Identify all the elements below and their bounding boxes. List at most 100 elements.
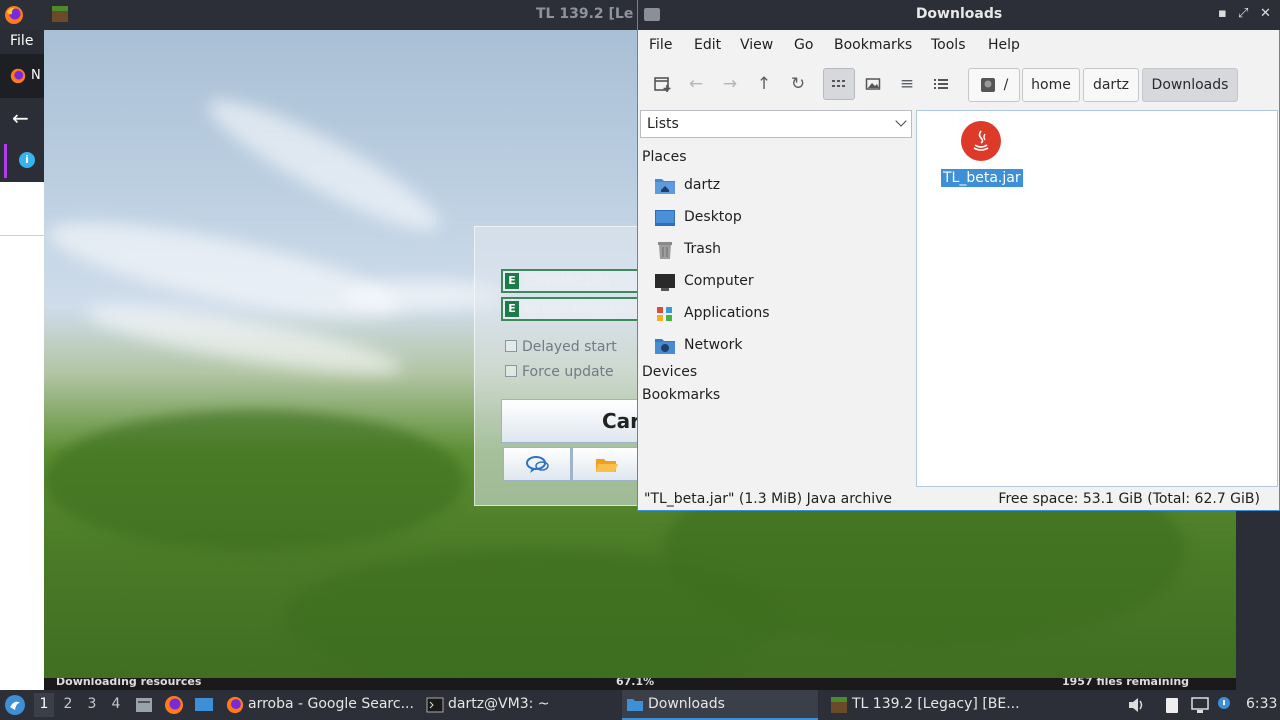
force-update-checkbox[interactable]: Force update [505, 364, 614, 380]
workspace-4[interactable]: 4 [106, 696, 126, 712]
section-bookmarks[interactable]: Bookmarks [642, 387, 720, 403]
breadcrumb-root[interactable]: / [968, 68, 1020, 102]
place-trash[interactable]: Trash [654, 237, 912, 263]
menu-view[interactable]: View [740, 37, 773, 53]
place-computer[interactable]: Computer [654, 269, 912, 295]
status-left: Downloading resources [56, 678, 202, 688]
file-manager-launcher-icon[interactable] [134, 695, 154, 715]
minimize-button[interactable]: ▪ [1218, 6, 1227, 21]
browser-menu-file[interactable]: File [0, 30, 44, 54]
icon-view-button[interactable] [823, 68, 855, 100]
menu-edit[interactable]: Edit [694, 37, 721, 53]
thumbnail-view-button[interactable] [857, 68, 889, 100]
file-view[interactable]: TL_beta.jar [916, 110, 1278, 487]
home-folder-icon [655, 179, 675, 194]
detailed-view-button[interactable] [925, 68, 957, 100]
breadcrumb-home[interactable]: home [1022, 68, 1080, 102]
network-status-icon[interactable] [1190, 695, 1210, 715]
place-network[interactable]: Network [654, 333, 912, 359]
username-field[interactable]: E Guest65103 [501, 269, 641, 293]
place-label: Computer [684, 273, 754, 289]
back-button[interactable]: ← [680, 68, 712, 100]
folder-icon [596, 459, 618, 472]
version-value: Latest release [525, 301, 624, 317]
workspace-3[interactable]: 3 [82, 696, 102, 712]
arrow-up-icon: ↑ [756, 74, 772, 94]
menu-help[interactable]: Help [988, 37, 1020, 53]
clock[interactable]: 6:33 [1246, 696, 1277, 712]
browser-tab-label: N [31, 68, 41, 83]
maximize-button[interactable]: ⤢ [1238, 6, 1248, 21]
chat-button[interactable] [503, 447, 571, 481]
forward-button[interactable]: → [714, 68, 746, 100]
breadcrumb-dartz[interactable]: dartz [1083, 68, 1139, 102]
task-downloads[interactable]: Downloads [622, 690, 818, 720]
task-firefox[interactable]: arroba - Google Searc... [222, 690, 418, 720]
notification-icon[interactable] [1214, 695, 1234, 715]
divider [0, 235, 44, 236]
compact-view-button[interactable]: ≡ [891, 68, 923, 100]
status-free-space: Free space: 53.1 GiB (Total: 62.7 GiB) [998, 491, 1260, 507]
clipboard-icon[interactable] [1162, 695, 1182, 715]
play-button[interactable]: Car [501, 399, 651, 443]
menubar: File Edit View Go Bookmarks Tools Help [638, 30, 1280, 60]
close-button[interactable]: ✕ [1260, 6, 1271, 21]
desktop-icon [655, 210, 675, 226]
status-right: 1957 files remaining [1062, 678, 1190, 688]
fm-statusbar: "TL_beta.jar" (1.3 MiB) Java archive Fre… [638, 488, 1280, 510]
folder-button[interactable] [572, 447, 640, 481]
delayed-start-checkbox[interactable]: Delayed start [505, 339, 617, 355]
breadcrumb-downloads[interactable]: Downloads [1142, 68, 1238, 102]
trash-icon [658, 242, 672, 259]
browser-sidebar-info: i [0, 142, 44, 182]
java-icon [961, 121, 1001, 161]
file-item[interactable]: TL_beta.jar [941, 117, 1023, 187]
section-devices[interactable]: Devices [642, 364, 697, 380]
computer-icon [655, 274, 675, 291]
side-pane-mode-value: Lists [647, 116, 679, 132]
place-label: Network [684, 337, 743, 353]
firefox-icon [5, 6, 23, 24]
list-compact-icon: ≡ [899, 74, 915, 94]
workspace-2[interactable]: 2 [58, 696, 78, 712]
back-arrow-icon[interactable]: ← [12, 106, 29, 130]
reload-button[interactable]: ↻ [782, 68, 814, 100]
info-icon[interactable]: i [19, 152, 35, 168]
up-button[interactable]: ↑ [748, 68, 780, 100]
menu-bookmarks[interactable]: Bookmarks [834, 37, 912, 53]
firefox-launcher-icon[interactable] [164, 695, 184, 715]
workspace-1[interactable]: 1 [34, 693, 54, 717]
place-applications[interactable]: Applications [654, 301, 912, 327]
volume-icon[interactable] [1126, 695, 1146, 715]
arrow-right-icon: → [722, 74, 738, 94]
menu-tools[interactable]: Tools [931, 37, 966, 53]
sidebar-accent-bar [4, 144, 7, 178]
place-desktop[interactable]: Desktop [654, 205, 912, 231]
minecraft-icon [831, 697, 847, 713]
status-progress: 67.1% [616, 678, 655, 688]
task-terminal[interactable]: dartz@VM3: ~ [422, 690, 618, 720]
fm-titlebar[interactable]: Downloads ▪ ⤢ ✕ [638, 0, 1280, 30]
start-menu-icon[interactable] [4, 694, 26, 716]
firefox-icon [226, 696, 244, 714]
chevron-down-icon [895, 115, 907, 127]
status-selection: "TL_beta.jar" (1.3 MiB) Java archive [644, 491, 892, 507]
arrow-left-icon: ← [688, 74, 704, 94]
desktop-launcher-icon[interactable] [194, 695, 214, 715]
side-pane-mode-select[interactable]: Lists [640, 110, 912, 138]
new-tab-button[interactable] [646, 68, 678, 100]
place-label: Desktop [684, 209, 742, 225]
task-launcher[interactable]: TL 139.2 [Legacy] [BE... [826, 690, 1022, 720]
menu-go[interactable]: Go [794, 37, 813, 53]
new-tab-icon [654, 77, 671, 92]
version-field[interactable]: E Latest release [501, 297, 641, 321]
section-places[interactable]: Places [642, 149, 687, 165]
place-dartz[interactable]: dartz [654, 173, 912, 199]
checkbox-box [505, 365, 517, 377]
firefox-icon [10, 68, 26, 84]
menu-file[interactable]: File [649, 37, 672, 53]
browser-window-edge[interactable]: File N ← i [0, 30, 44, 690]
minecraft-icon [52, 6, 68, 22]
place-label: dartz [684, 177, 721, 193]
browser-tab[interactable]: N [0, 54, 44, 98]
